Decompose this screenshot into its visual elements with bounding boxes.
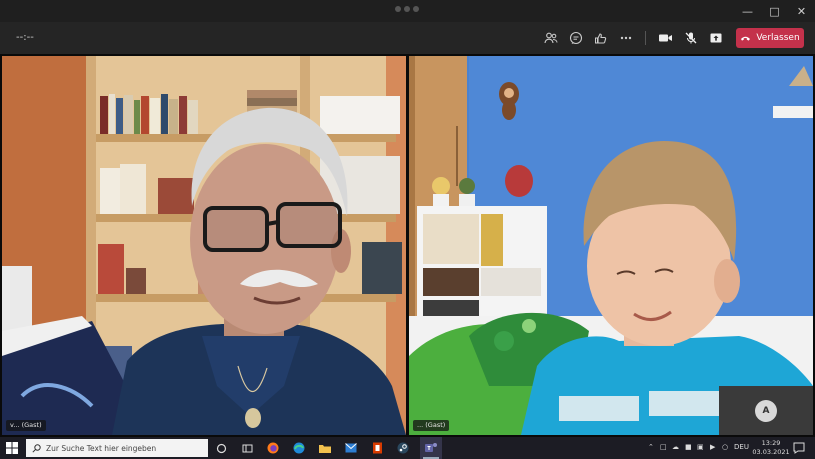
leave-button[interactable]: Verlassen [736,28,804,48]
participant-video-tile[interactable]: v... (Gast) [2,56,406,435]
tray-overflow-icon[interactable]: ⌃ [648,443,654,451]
office-icon[interactable] [370,441,384,455]
leave-button-label: Verlassen [756,33,800,43]
chat-icon[interactable] [568,30,584,46]
self-avatar: A [755,399,777,422]
teams-taskbar-button[interactable] [420,437,442,459]
window-controls: — □ ✕ [734,0,815,22]
widgets-icon[interactable] [240,441,254,455]
meeting-toolbar: --:-- Verlassen [0,22,815,54]
notification-icon[interactable] [793,442,805,454]
search-input[interactable] [46,443,206,453]
minimize-button[interactable]: — [734,0,761,22]
participants-icon[interactable] [543,30,559,46]
search-icon [32,443,41,453]
edge-icon[interactable] [292,441,306,455]
phone-hangup-icon [741,36,751,41]
taskbar-clock[interactable]: 13:29 03.03.2021 [752,439,790,457]
clock-date: 03.03.2021 [752,448,790,456]
tray-app-icon[interactable]: ○ [722,443,728,451]
microphone-muted-icon[interactable] [683,30,699,46]
participant-video-feed [409,56,813,435]
windows-start-icon[interactable] [6,442,18,454]
window-title-bar: — □ ✕ [0,0,815,22]
clock-time: 13:29 [761,439,781,447]
tray-app-icon[interactable]: ■ [685,443,692,451]
volume-icon[interactable]: ▶ [710,443,715,451]
more-options-icon[interactable] [618,30,634,46]
close-button[interactable]: ✕ [788,0,815,22]
share-screen-icon[interactable] [708,30,724,46]
reactions-icon[interactable] [593,30,609,46]
meeting-timer: --:-- [16,32,34,43]
participant-name-tag: v... (Gast) [6,420,46,431]
participant-name-tag: ... (Gast) [413,420,450,431]
taskbar-search[interactable] [26,439,208,457]
self-view-tile[interactable]: A [719,386,813,435]
participant-video-feed [2,56,406,435]
windows-taskbar: ⌃ □ ☁ ■ ▣ ▶ ○ DEU 13:29 03.03.2021 [0,437,815,459]
network-icon[interactable]: ▣ [697,443,704,451]
camera-indicator [395,6,419,12]
video-stage: v... (Gast) ... (Gast) A [0,54,815,437]
cloud-icon[interactable]: ☁ [672,443,679,451]
task-view-icon[interactable] [214,441,228,455]
steam-icon[interactable] [396,441,410,455]
camera-icon[interactable] [657,30,673,46]
maximize-button[interactable]: □ [761,0,788,22]
toolbar-divider [645,31,646,45]
tray-app-icon[interactable]: □ [660,443,667,451]
firefox-icon[interactable] [266,441,280,455]
language-indicator[interactable]: DEU [734,443,749,451]
file-explorer-icon[interactable] [318,441,332,455]
mail-icon[interactable] [344,441,358,455]
teams-icon [425,443,437,452]
participant-video-tile[interactable]: ... (Gast) [409,56,813,435]
